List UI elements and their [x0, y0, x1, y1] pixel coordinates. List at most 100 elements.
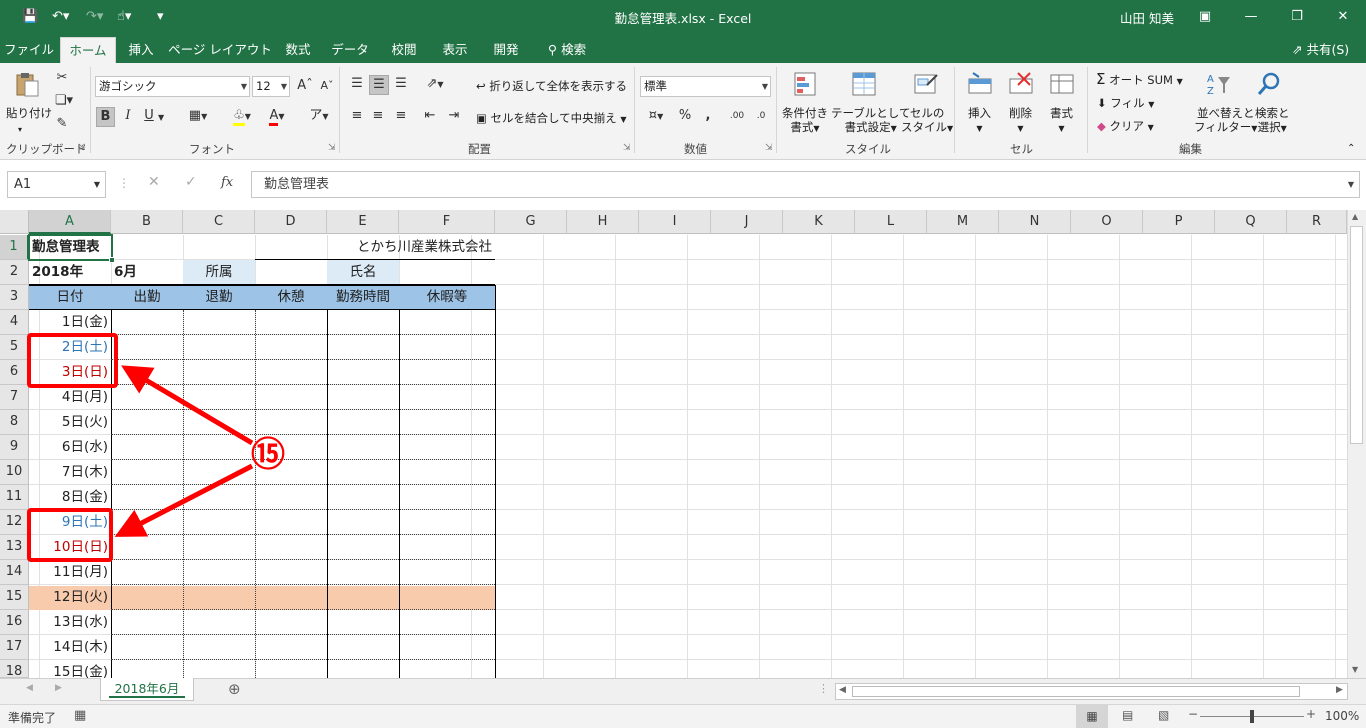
zoom-out-icon[interactable]: − [1188, 707, 1198, 721]
confirm-edit-icon[interactable]: ✓ [185, 174, 197, 190]
scroll-up-icon[interactable]: ▲ [1352, 212, 1358, 221]
row-header-1[interactable]: 1 [0, 235, 29, 260]
copy-icon[interactable]: ❏▾ [52, 92, 76, 110]
increase-decimal-icon[interactable]: .00 [727, 107, 747, 125]
new-sheet-icon[interactable]: ⊕ [228, 680, 241, 698]
column-header-R[interactable]: R [1287, 210, 1347, 234]
select-all-corner[interactable] [0, 210, 29, 234]
tab-developer[interactable]: 開発 [482, 39, 530, 63]
clear-button[interactable]: ◆ クリア ▼ [1097, 118, 1154, 134]
restore-icon[interactable]: ❐ [1280, 4, 1314, 30]
sheet-tab-2018-06[interactable]: 2018年6月 [100, 678, 194, 701]
align-right-icon[interactable]: ≡ [392, 107, 410, 125]
row-header-6[interactable]: 6 [0, 360, 29, 385]
cell-B3[interactable]: 出勤 [111, 285, 183, 310]
page-layout-view-icon[interactable]: ▤ [1122, 708, 1133, 722]
format-as-table-icon[interactable] [851, 71, 877, 97]
align-left-icon[interactable]: ≡ [348, 107, 366, 125]
cut-icon[interactable]: ✂ [52, 69, 72, 87]
column-header-K[interactable]: K [783, 210, 855, 234]
prev-sheet-icon[interactable]: ◀ [26, 683, 33, 693]
currency-icon[interactable]: ¤▼ [641, 107, 671, 126]
zoom-slider-thumb[interactable] [1250, 710, 1254, 723]
sort-filter-icon[interactable]: AZ [1206, 71, 1232, 97]
tab-view[interactable]: 表示 [432, 39, 478, 63]
share-button[interactable]: ⇗ 共有(S) [1292, 39, 1349, 58]
column-header-J[interactable]: J [711, 210, 783, 234]
cell-E3[interactable]: 勤務時間 [327, 285, 399, 310]
cell-E1[interactable]: とかち川産業株式会社 [327, 235, 495, 260]
cell-A15[interactable]: 12日(火) [29, 585, 111, 610]
column-header-A[interactable]: A [29, 210, 111, 234]
tab-home[interactable]: ホーム [60, 37, 116, 64]
cell-A9[interactable]: 6日(水) [29, 435, 111, 460]
increase-indent-icon[interactable]: ⇥ [444, 107, 464, 125]
scroll-down-icon[interactable]: ▼ [1352, 665, 1358, 674]
find-select-icon[interactable] [1256, 71, 1282, 97]
paste-icon[interactable] [14, 71, 40, 97]
chevron-down-icon[interactable]: ▼ [158, 109, 164, 127]
format-as-table-button[interactable]: テーブルとして 書式設定▼ [831, 106, 910, 136]
format-cells-button[interactable]: 書式 ▼ [1050, 106, 1073, 136]
find-select-button[interactable]: 検索と 選択▼ [1255, 106, 1290, 136]
align-top-icon[interactable]: ☰ [348, 75, 366, 93]
alignment-launcher-icon[interactable]: ⇲ [623, 143, 631, 153]
formula-input[interactable]: 勤怠管理表 ▼ [251, 171, 1360, 198]
macro-record-icon[interactable]: ▦ [74, 708, 86, 723]
cell-A3[interactable]: 日付 [29, 285, 111, 310]
format-painter-icon[interactable]: ✎ [52, 115, 72, 133]
percent-icon[interactable]: % [677, 107, 693, 125]
bold-button[interactable]: B [96, 107, 115, 127]
tab-search[interactable]: ⚲ 検索 [540, 39, 594, 63]
increase-font-icon[interactable]: Aˆ [296, 77, 314, 95]
insert-cells-button[interactable]: 挿入 ▼ [968, 106, 991, 136]
delete-cells-button[interactable]: 削除 ▼ [1009, 106, 1032, 136]
conditional-format-icon[interactable] [793, 71, 819, 97]
cell-A7[interactable]: 4日(月) [29, 385, 111, 410]
column-header-H[interactable]: H [567, 210, 639, 234]
row-header-4[interactable]: 4 [0, 310, 29, 335]
fill-handle[interactable] [109, 257, 115, 263]
ribbon-display-icon[interactable]: ▣ [1188, 4, 1222, 30]
page-break-view-icon[interactable]: ▧ [1158, 708, 1169, 722]
tab-page-layout[interactable]: ページ レイアウト [168, 39, 272, 63]
borders-icon[interactable]: ▦▼ [183, 107, 213, 126]
clipboard-launcher-icon[interactable]: ⇲ [78, 143, 86, 153]
comma-style-icon[interactable]: , [701, 107, 715, 125]
column-header-F[interactable]: F [399, 210, 495, 234]
cell-A2[interactable]: 2018年 [29, 260, 111, 285]
cell-A16[interactable]: 13日(水) [29, 610, 111, 635]
row-header-12[interactable]: 12 [0, 510, 29, 535]
font-launcher-icon[interactable]: ⇲ [328, 143, 336, 153]
fill-color-icon[interactable]: ♧▼ [226, 107, 258, 126]
italic-button[interactable]: I [120, 107, 136, 125]
column-header-Q[interactable]: Q [1215, 210, 1287, 234]
cell-C2[interactable]: 所属 [183, 260, 255, 285]
zoom-in-icon[interactable]: + [1306, 707, 1316, 721]
decrease-indent-icon[interactable]: ⇤ [420, 107, 440, 125]
number-format-combo[interactable]: 標準 ▼ [640, 76, 771, 97]
underline-button[interactable]: U [141, 107, 157, 125]
phonetic-icon[interactable]: ア▼ [306, 107, 332, 126]
insert-cells-icon[interactable] [967, 71, 993, 97]
cell-B2[interactable]: 6月 [111, 260, 183, 285]
cell-A4[interactable]: 1日(金) [29, 310, 111, 335]
row-header-15[interactable]: 15 [0, 585, 29, 610]
cell-A18[interactable]: 15日(金) [29, 660, 111, 678]
font-color-icon[interactable]: A▼ [261, 107, 293, 126]
row-header-3[interactable]: 3 [0, 285, 29, 310]
font-size-combo[interactable]: 12 ▼ [252, 76, 290, 97]
format-cells-icon[interactable] [1049, 71, 1075, 97]
cell-A8[interactable]: 5日(火) [29, 410, 111, 435]
close-icon[interactable]: ✕ [1326, 4, 1360, 30]
scroll-left-icon[interactable]: ◀ [839, 685, 846, 695]
tab-review[interactable]: 校閲 [380, 39, 428, 63]
conditional-format-button[interactable]: 条件付き 書式▼ [782, 106, 828, 136]
row-header-17[interactable]: 17 [0, 635, 29, 660]
cell-styles-icon[interactable] [913, 71, 939, 97]
normal-view-icon[interactable]: ▦ [1076, 705, 1108, 728]
row-header-13[interactable]: 13 [0, 535, 29, 560]
column-header-L[interactable]: L [855, 210, 927, 234]
column-header-I[interactable]: I [639, 210, 711, 234]
column-header-D[interactable]: D [255, 210, 327, 234]
